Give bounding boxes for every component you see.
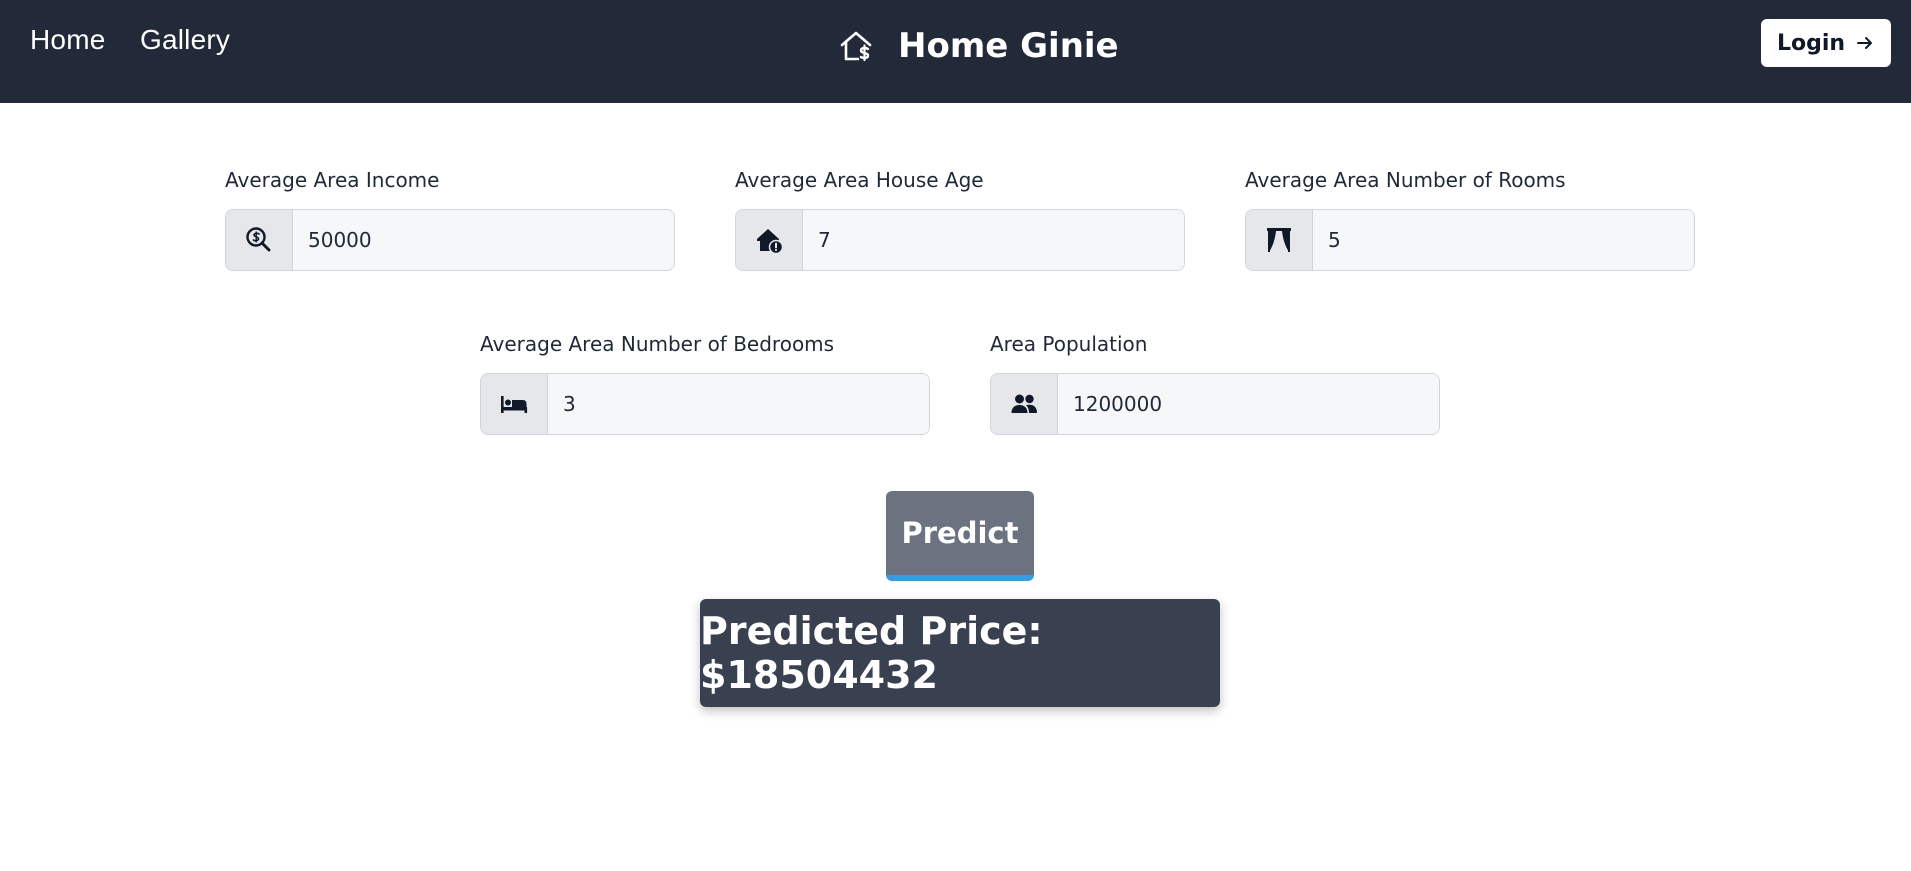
login-label: Login — [1776, 30, 1846, 56]
field-average-area-number-of-bedrooms: Average Area Number of Bedrooms — [480, 329, 930, 435]
predict-button[interactable]: Predict — [886, 491, 1034, 581]
average-area-number-of-rooms-input[interactable] — [1313, 210, 1694, 270]
addon — [481, 374, 548, 434]
addon — [1246, 210, 1313, 270]
field-average-area-income: Average Area Income — [225, 165, 675, 271]
users-icon — [1011, 394, 1037, 413]
field-label: Average Area House Age — [735, 168, 984, 192]
brand-name: Home Ginie — [898, 26, 1119, 66]
bed-icon — [501, 396, 528, 413]
field-label: Average Area Number of Bedrooms — [480, 332, 835, 356]
input-group — [1245, 209, 1695, 271]
input-group — [735, 209, 1185, 271]
addon — [226, 210, 293, 270]
predicted-price-text: Predicted Price: $18504432 — [700, 609, 1043, 697]
prediction-result-card: Predicted Price: $18504432 — [700, 599, 1220, 707]
nav-link-home[interactable]: Home — [30, 24, 106, 56]
field-average-area-house-age: Average Area House Age — [735, 165, 1185, 271]
field-average-area-number-of-rooms: Average Area Number of Rooms — [1245, 165, 1695, 271]
area-population-input[interactable] — [1058, 374, 1439, 434]
input-group — [225, 209, 675, 271]
average-area-number-of-bedrooms-input[interactable] — [548, 374, 929, 434]
curtains-icon — [1267, 228, 1291, 252]
field-label: Average Area Income — [225, 168, 440, 192]
addon — [736, 210, 803, 270]
addon — [991, 374, 1058, 434]
field-area-population: Area Population — [990, 329, 1440, 435]
house-clock-icon — [757, 229, 784, 255]
average-area-income-input[interactable] — [293, 210, 674, 270]
input-group — [480, 373, 930, 435]
field-label: Area Population — [990, 332, 1148, 356]
field-label: Average Area Number of Rooms — [1245, 168, 1566, 192]
brand[interactable]: Home Ginie — [838, 22, 1119, 70]
input-group — [990, 373, 1440, 435]
house-dollar-icon — [840, 31, 872, 62]
top-navbar: Home Gallery Home Ginie Login — [0, 0, 1911, 103]
arrow-right-icon — [1857, 37, 1873, 49]
nav-link-gallery[interactable]: Gallery — [140, 24, 230, 56]
login-button[interactable]: Login — [1761, 19, 1891, 67]
search-dollar-icon — [246, 227, 271, 252]
average-area-house-age-input[interactable] — [803, 210, 1184, 270]
